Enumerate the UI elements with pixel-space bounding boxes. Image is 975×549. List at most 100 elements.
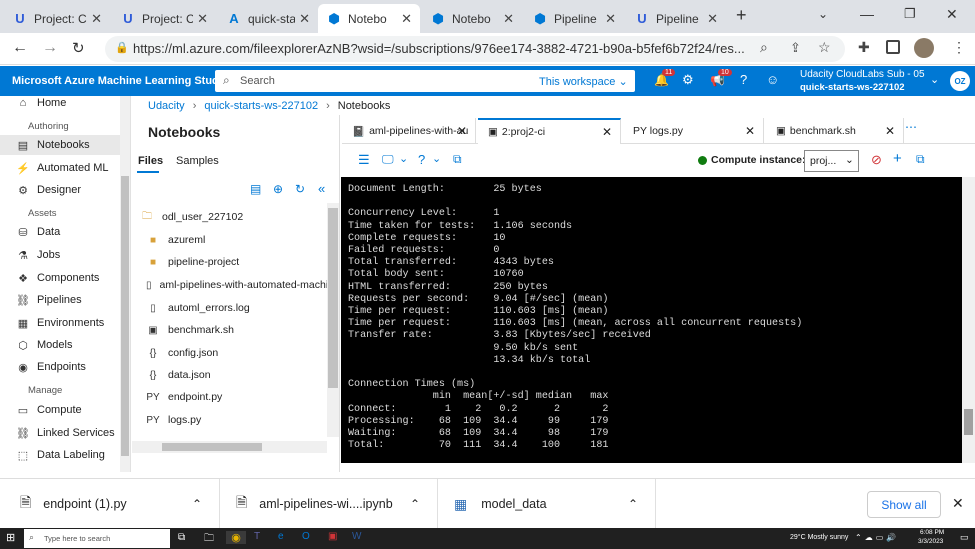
file-explorer-icon[interactable]: 🗀: [204, 531, 214, 548]
chevron-up-icon[interactable]: ⌃: [628, 497, 638, 511]
workspace-scope-dropdown[interactable]: This workspace ⌄: [539, 75, 628, 88]
browser-tab[interactable]: ⬢ Notebo ✕: [422, 4, 522, 33]
list-item[interactable]: ▯ automl_errors.log: [146, 298, 336, 318]
close-icon[interactable]: ✕: [602, 125, 612, 139]
more-tabs-icon[interactable]: ⋯: [905, 120, 917, 134]
taskbar-search[interactable]: ⌕ Type here to search: [24, 529, 170, 548]
chevron-down-icon[interactable]: ⌄: [432, 152, 441, 165]
chevron-up-icon[interactable]: ⌃: [192, 497, 202, 511]
nav-item-jobs[interactable]: ⚗ Jobs: [0, 245, 120, 265]
tab-files[interactable]: Files: [138, 155, 163, 167]
word-icon[interactable]: W: [352, 531, 361, 542]
clock-date[interactable]: 3/3/2023: [918, 538, 943, 545]
share-icon[interactable]: ⇪: [790, 40, 801, 56]
file-scrollbar-horizontal[interactable]: [132, 441, 327, 453]
editor-tab[interactable]: 📓 aml-pipelines-with-au ✕: [342, 118, 476, 144]
list-item[interactable]: ■ azureml: [146, 230, 336, 250]
profile-avatar[interactable]: [914, 38, 934, 58]
nav-item-home[interactable]: ⌂ Home: [0, 96, 120, 113]
breadcrumb-workspace[interactable]: quick-starts-ws-227102: [204, 100, 318, 112]
show-all-button[interactable]: Show all: [867, 491, 941, 518]
window-close-button[interactable]: ✕: [946, 6, 958, 23]
close-icon[interactable]: ✕: [299, 11, 310, 27]
monitor-icon[interactable]: 🖵: [382, 152, 394, 167]
file-scrollbar-thumb[interactable]: [328, 208, 338, 388]
gear-icon[interactable]: ⚙: [682, 72, 694, 88]
nav-item-linked-services[interactable]: ⛓ Linked Services: [0, 423, 120, 443]
edge-icon[interactable]: e: [278, 531, 284, 542]
download-item[interactable]: 🗎 endpoint (1).py ⌃: [0, 479, 220, 529]
notification-center-icon[interactable]: ▭: [960, 532, 969, 543]
close-icon[interactable]: ✕: [457, 124, 467, 138]
list-item[interactable]: ▯aml-pipelines-with-automated-machine-le…: [146, 275, 336, 295]
maximize-button[interactable]: ❐: [904, 6, 916, 22]
list-item[interactable]: {} config.json: [146, 343, 336, 363]
zoom-search-icon[interactable]: ⌕: [760, 39, 768, 56]
list-item[interactable]: PY endpoint.py: [146, 387, 336, 407]
extensions-icon[interactable]: ✚: [858, 39, 870, 56]
file-hscroll-thumb[interactable]: [162, 443, 262, 451]
browser-tab[interactable]: ⬢ Pipeline ✕: [524, 4, 624, 33]
close-icon[interactable]: ✕: [91, 11, 102, 27]
refresh-icon[interactable]: ↻: [295, 182, 305, 196]
editor-tab-active[interactable]: ▣ 2:proj2-ci ✕: [478, 118, 621, 144]
app-title[interactable]: Microsoft Azure Machine Learning Studio: [12, 75, 229, 87]
nav-scrollbar[interactable]: [120, 96, 130, 472]
teams-icon[interactable]: T: [254, 531, 260, 542]
nav-item-pipelines[interactable]: ⛓ Pipelines: [0, 290, 120, 310]
avatar[interactable]: OZ: [950, 71, 970, 91]
chevron-down-icon[interactable]: ⌄: [930, 73, 939, 86]
minimize-button[interactable]: —: [860, 6, 874, 22]
close-icon[interactable]: ✕: [401, 11, 412, 27]
new-file-icon[interactable]: ▤: [250, 182, 261, 196]
tray-icons[interactable]: ⌃☁▭🔊: [855, 533, 899, 542]
browser-tab[interactable]: U Pipeline ✕: [626, 4, 726, 33]
help-icon[interactable]: ?: [418, 152, 425, 167]
weather-status[interactable]: 29°C Mostly sunny: [790, 534, 848, 541]
terminal-output[interactable]: Document Length: 25 bytes Concurrency Le…: [341, 177, 962, 463]
new-tab-button[interactable]: +: [736, 5, 747, 26]
close-icon[interactable]: ✕: [745, 124, 755, 138]
nav-item-data[interactable]: ⛁ Data: [0, 222, 120, 242]
close-icon[interactable]: ✕: [605, 11, 616, 27]
account-subscription[interactable]: Udacity CloudLabs Sub - 05: [800, 69, 925, 80]
browser-tab[interactable]: U Project: C ✕: [4, 4, 110, 33]
chevron-up-icon[interactable]: ⌃: [410, 497, 420, 511]
list-item[interactable]: {} data.json: [146, 365, 336, 385]
nav-item-notebooks[interactable]: ▤ Notebooks: [0, 135, 120, 155]
list-item[interactable]: PY logs.py: [146, 410, 336, 430]
reload-icon[interactable]: ↻: [72, 39, 85, 57]
download-item[interactable]: ▦ model_data ⌃: [438, 479, 656, 529]
app-icon[interactable]: ▣: [328, 531, 337, 542]
chrome-icon[interactable]: ◉: [226, 531, 246, 544]
open-external-icon[interactable]: ⧉: [453, 152, 462, 167]
editor-tab[interactable]: ▣ benchmark.sh ✕: [766, 118, 904, 144]
outlook-icon[interactable]: O: [302, 531, 310, 542]
nav-item-models[interactable]: ⬡ Models: [0, 335, 120, 355]
terminal-scrollbar-thumb[interactable]: [964, 409, 973, 435]
tab-samples[interactable]: Samples: [176, 155, 219, 167]
smiley-icon[interactable]: ☺: [766, 72, 779, 87]
file-scrollbar-vertical[interactable]: [327, 203, 339, 437]
close-icon[interactable]: ✕: [707, 11, 718, 27]
search-input[interactable]: Search: [240, 75, 275, 87]
url-text[interactable]: https://ml.azure.com/fileexplorerAzNB?ws…: [133, 41, 753, 56]
sidepanel-icon[interactable]: [886, 40, 900, 54]
nav-item-endpoints[interactable]: ◉ Endpoints: [0, 357, 120, 377]
nav-scrollbar-thumb[interactable]: [121, 176, 129, 456]
stop-icon[interactable]: ⊘: [871, 152, 882, 168]
forward-icon[interactable]: →: [42, 39, 58, 57]
clock-time[interactable]: 6:08 PM: [920, 529, 944, 536]
breadcrumb-udacity[interactable]: Udacity: [148, 100, 185, 112]
menu-icon[interactable]: ⋮: [952, 39, 966, 56]
split-icon[interactable]: ⧉: [916, 152, 925, 167]
chevron-down-icon[interactable]: ⌄: [818, 7, 828, 21]
add-icon[interactable]: ⊕: [273, 182, 283, 196]
browser-tab[interactable]: U Project: C ✕: [112, 4, 216, 33]
close-icon[interactable]: ✕: [952, 495, 964, 512]
menu-icon[interactable]: ☰: [358, 152, 370, 168]
star-icon[interactable]: ☆: [818, 39, 831, 56]
compute-select[interactable]: proj... ⌄: [804, 150, 859, 172]
browser-tab[interactable]: A quick-sta ✕: [218, 4, 318, 33]
windows-start-icon[interactable]: ⊞: [6, 531, 15, 544]
